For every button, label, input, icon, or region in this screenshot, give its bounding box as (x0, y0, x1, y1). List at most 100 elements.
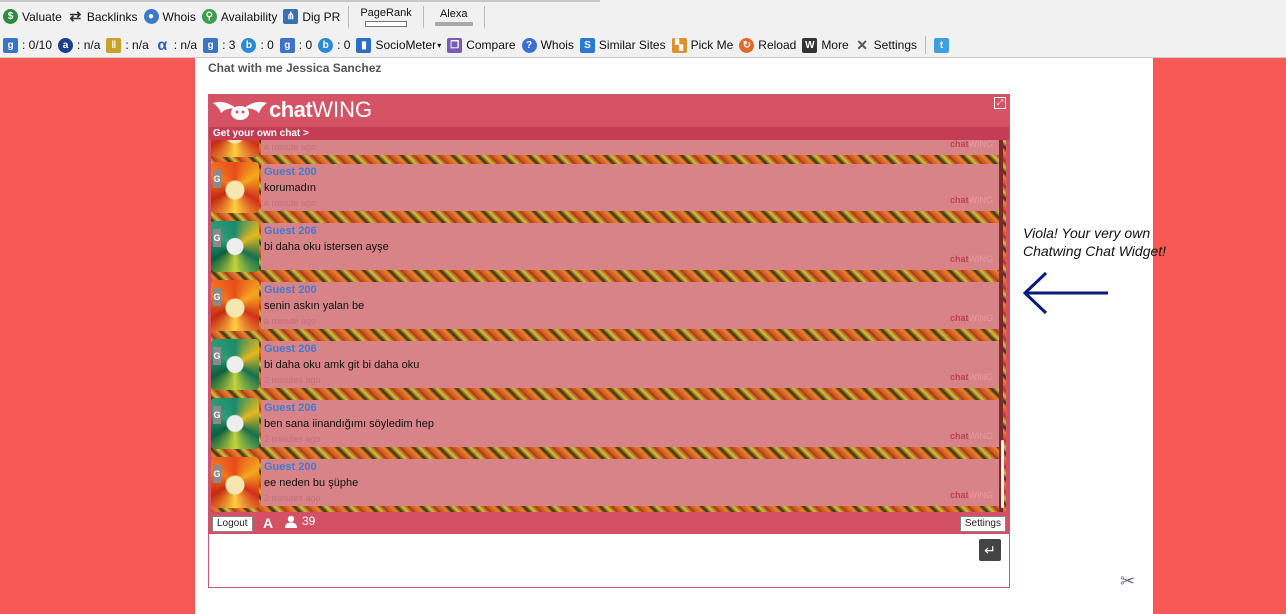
sitemap-icon: ⋔ (283, 9, 299, 24)
toolbar-primary: $ Valuate ⇄ Backlinks ● Whois ⚲ Availabi… (0, 0, 1286, 34)
stat-value: : 3 (222, 38, 236, 52)
reload-label: Reload (758, 38, 797, 52)
stat-value: : n/a (173, 38, 198, 52)
chatwing-watermark: chatWING (950, 372, 993, 382)
widget-settings-button[interactable]: Settings (959, 516, 1006, 532)
alexa-icon: a (58, 37, 74, 53)
alexa-bar (434, 21, 473, 26)
alexa-stat[interactable]: a : n/a (58, 37, 101, 53)
message-text: ben sana iinandığımı söyledim hep (264, 418, 434, 430)
compare-label: Compare (466, 38, 516, 52)
chatwing-watermark: chatWING (950, 490, 993, 500)
divider (483, 5, 485, 28)
message-username[interactable]: Guest 206 (264, 402, 317, 414)
sociometer-label: SocioMeter (375, 38, 437, 52)
message-time: 2 minutes ago (264, 493, 321, 503)
more-button[interactable]: W More (802, 37, 849, 53)
backlinks-button[interactable]: ⇄ Backlinks (68, 9, 137, 24)
reload-button[interactable]: ↻ Reload (739, 37, 797, 53)
settings-button[interactable]: ✕ Settings (855, 37, 917, 53)
avatar[interactable] (211, 140, 259, 157)
watermark-chat: chat (949, 431, 969, 441)
annotation-line: Viola! Your very own (1023, 225, 1151, 241)
chat-widget: chat WING ⤢ Get your own chat > a minute … (208, 94, 1010, 588)
availability-button[interactable]: ⚲ Availability (201, 9, 278, 24)
whois-button[interactable]: ? Whois (521, 37, 574, 53)
watermark-chat: chat (949, 254, 969, 264)
valuate-button[interactable]: $ Valuate (3, 9, 62, 24)
bar-chart-icon: ▮ (356, 37, 372, 53)
google-pagerank-stat[interactable]: g : 0/10 (3, 37, 52, 53)
chatwing-logo[interactable]: chat WING (211, 97, 372, 123)
watermark-wing: WING (968, 372, 994, 382)
send-enter-icon[interactable]: ↵ (979, 539, 1001, 561)
font-size-button[interactable]: A (263, 515, 273, 531)
digpr-button[interactable]: ⋔ Dig PR (283, 9, 340, 24)
whois-button-top[interactable]: ● Whois (143, 9, 196, 24)
message-time: 2 minutes ago (264, 434, 321, 444)
message-item: G Guest 200 korumadın a minute ago chatW… (211, 162, 1006, 213)
compare-button[interactable]: ❐ Compare (447, 37, 516, 53)
sociometer-button[interactable]: ▮ SocioMeter ▾ (356, 37, 441, 53)
message-text: bi daha oku amk git bi daha oku (264, 359, 420, 371)
dollar-icon: $ (3, 9, 18, 24)
google-index-stat[interactable]: g : 3 (203, 37, 236, 53)
message-input[interactable]: ↵ (209, 534, 1009, 587)
pickme-label: Pick Me (690, 38, 734, 52)
message-bubble: Guest 206 bi daha oku istersen ayşe chat… (261, 223, 1001, 270)
message-list[interactable]: a minute ago chatWING G Guest 200 koruma… (211, 140, 1006, 512)
arrow-left-icon (1022, 271, 1108, 315)
digpr-label: Dig PR (302, 9, 341, 24)
wing-logo-icon (213, 101, 267, 120)
google-links-stat[interactable]: g : 0 (279, 37, 312, 53)
guest-badge: G (213, 229, 221, 247)
alpha-stat[interactable]: α : n/a (155, 36, 198, 54)
similar-sites-label: Similar Sites (598, 38, 666, 52)
pagerank-label: PageRank (360, 6, 412, 19)
bing-index-stat[interactable]: b : 0 (241, 37, 274, 53)
bing-icon: b (241, 37, 257, 53)
alexa-meter[interactable]: Alexa (434, 8, 473, 26)
online-users[interactable]: 39 (284, 514, 315, 528)
scrollbar-thumb[interactable] (1001, 440, 1004, 508)
dmoz-stat[interactable]: ‖ : n/a (106, 37, 149, 53)
user-icon (285, 515, 297, 528)
watermark-chat: chat (949, 372, 969, 382)
similar-sites-button[interactable]: S Similar Sites (579, 37, 666, 53)
watermark-chat: chat (949, 195, 969, 205)
message-username[interactable]: Guest 206 (264, 343, 317, 355)
alpha-icon: α (157, 36, 168, 54)
pickme-button[interactable]: ▚ Pick Me (671, 37, 734, 53)
logout-button[interactable]: Logout (212, 516, 253, 532)
message-username[interactable]: Guest 200 (264, 461, 317, 473)
watermark-chat: chat (949, 140, 969, 149)
compare-icon: ❐ (447, 37, 463, 53)
get-own-chat-link[interactable]: Get your own chat > (209, 127, 1009, 140)
bing-links-stat[interactable]: b : 0 (318, 37, 350, 53)
guest-badge: G (213, 288, 221, 306)
message-username[interactable]: Guest 200 (264, 166, 317, 178)
watermark-wing: WING (968, 431, 994, 441)
availability-label: Availability (220, 9, 278, 24)
pagerank-meter[interactable]: PageRank (360, 6, 412, 27)
watermark-chat: chat (949, 313, 969, 323)
dmoz-icon: ‖ (106, 37, 122, 53)
message-username[interactable]: Guest 200 (264, 284, 317, 296)
divider (925, 36, 927, 54)
message-time: 2 minutes ago (264, 375, 321, 385)
message-bubble: Guest 200 ee neden bu şüphe 2 minutes ag… (261, 459, 1001, 506)
watermark-wing: WING (968, 313, 994, 323)
stat-value: : n/a (77, 38, 101, 52)
message-text: bi daha oku istersen ayşe (264, 241, 389, 253)
user-count: 39 (302, 514, 316, 528)
chatwing-watermark: chatWING (950, 195, 993, 205)
page-content: Chat with me Jessica Sanchez chat WING ⤢ … (195, 58, 1153, 614)
message-username[interactable]: Guest 206 (264, 225, 317, 237)
annotation-text: Viola! Your very own Chatwing Chat Widge… (1023, 224, 1166, 260)
message-text: senin askın yalan be (264, 300, 365, 312)
expand-icon[interactable]: ⤢ (994, 97, 1006, 109)
tools-icon[interactable]: ✂ (1120, 571, 1135, 592)
twitter-button[interactable]: t (934, 37, 953, 53)
guest-badge: G (213, 406, 221, 424)
whois-label-top: Whois (162, 9, 196, 24)
